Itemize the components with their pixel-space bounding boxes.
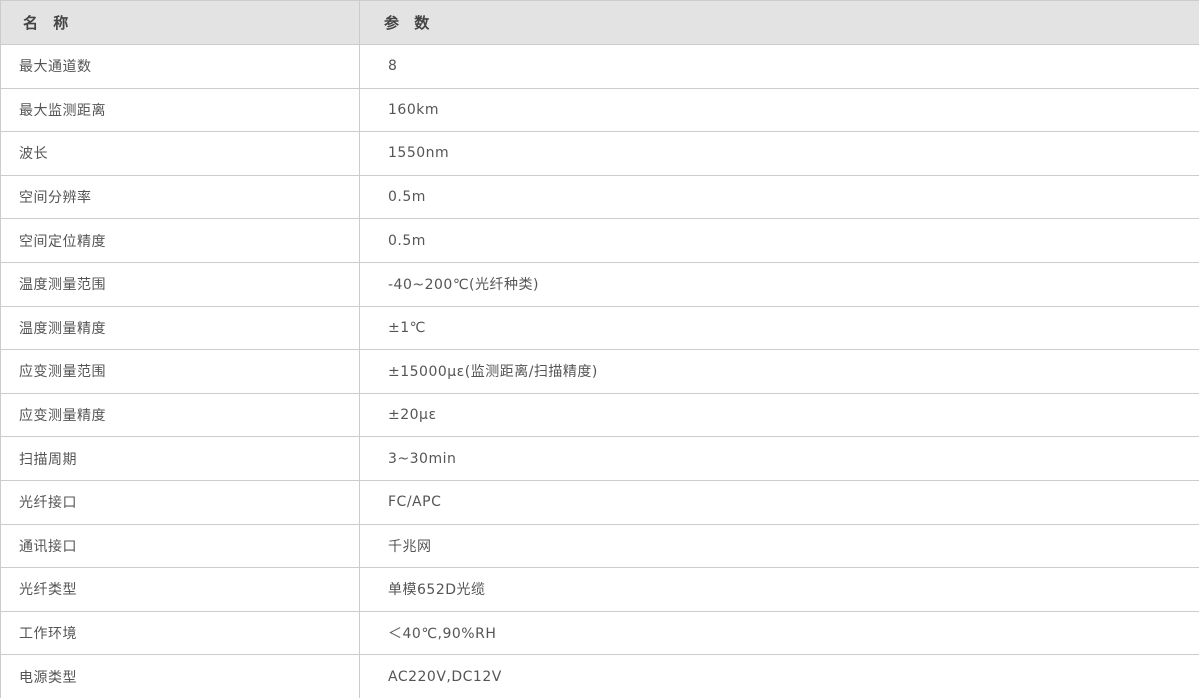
table-row: 电源类型 AC220V,DC12V	[0, 654, 1199, 698]
header-name: 名 称	[0, 0, 360, 45]
cell-value: 0.5m	[359, 218, 1199, 263]
cell-name: 通讯接口	[0, 523, 360, 569]
cell-value: ±15000με(监测距离/扫描精度)	[359, 349, 1199, 394]
cell-value: 千兆网	[359, 523, 1199, 569]
cell-name: 最大通道数	[0, 44, 360, 89]
cell-value: AC220V,DC12V	[359, 654, 1199, 698]
cell-name: 空间分辨率	[0, 174, 360, 220]
table-row: 波长 1550nm	[0, 131, 1199, 176]
cell-name: 电源类型	[0, 654, 360, 698]
table-row: 扫描周期 3~30min	[0, 436, 1199, 481]
table-row: 空间定位精度 0.5m	[0, 218, 1199, 263]
cell-value: -40~200℃(光纤种类)	[359, 261, 1199, 307]
table-row: 工作环境 ＜40℃,90%RH	[0, 610, 1199, 656]
table-row: 空间分辨率 0.5m	[0, 174, 1199, 220]
cell-name: 扫描周期	[0, 436, 360, 481]
spec-table: 名 称 参 数 最大通道数 8 最大监测距离 160km 波长 1550nm 空…	[0, 0, 1199, 698]
cell-name: 空间定位精度	[0, 218, 360, 263]
table-row: 光纤接口 FC/APC	[0, 479, 1199, 525]
cell-name: 最大监测距离	[0, 87, 360, 133]
cell-name: 光纤接口	[0, 479, 360, 525]
table-row: 最大监测距离 160km	[0, 87, 1199, 133]
cell-name: 应变测量范围	[0, 349, 360, 394]
header-parameter: 参 数	[359, 0, 1199, 45]
table-row: 光纤类型 单模652D光缆	[0, 567, 1199, 612]
cell-value: ±20με	[359, 392, 1199, 438]
cell-name: 温度测量精度	[0, 305, 360, 351]
cell-value: ＜40℃,90%RH	[359, 610, 1199, 656]
cell-name: 温度测量范围	[0, 261, 360, 307]
cell-name: 应变测量精度	[0, 392, 360, 438]
cell-name: 光纤类型	[0, 567, 360, 612]
table-row: 应变测量范围 ±15000με(监测距离/扫描精度)	[0, 349, 1199, 394]
cell-value: 3~30min	[359, 436, 1199, 481]
table-row: 通讯接口 千兆网	[0, 523, 1199, 569]
cell-name: 波长	[0, 131, 360, 176]
cell-value: 160km	[359, 87, 1199, 133]
cell-name: 工作环境	[0, 610, 360, 656]
table-header-row: 名 称 参 数	[0, 0, 1199, 45]
cell-value: ±1℃	[359, 305, 1199, 351]
cell-value: 单模652D光缆	[359, 567, 1199, 612]
table-row: 应变测量精度 ±20με	[0, 392, 1199, 438]
cell-value: 8	[359, 44, 1199, 89]
table-row: 温度测量精度 ±1℃	[0, 305, 1199, 351]
table-row: 最大通道数 8	[0, 44, 1199, 89]
cell-value: 1550nm	[359, 131, 1199, 176]
cell-value: FC/APC	[359, 479, 1199, 525]
table-row: 温度测量范围 -40~200℃(光纤种类)	[0, 261, 1199, 307]
cell-value: 0.5m	[359, 174, 1199, 220]
